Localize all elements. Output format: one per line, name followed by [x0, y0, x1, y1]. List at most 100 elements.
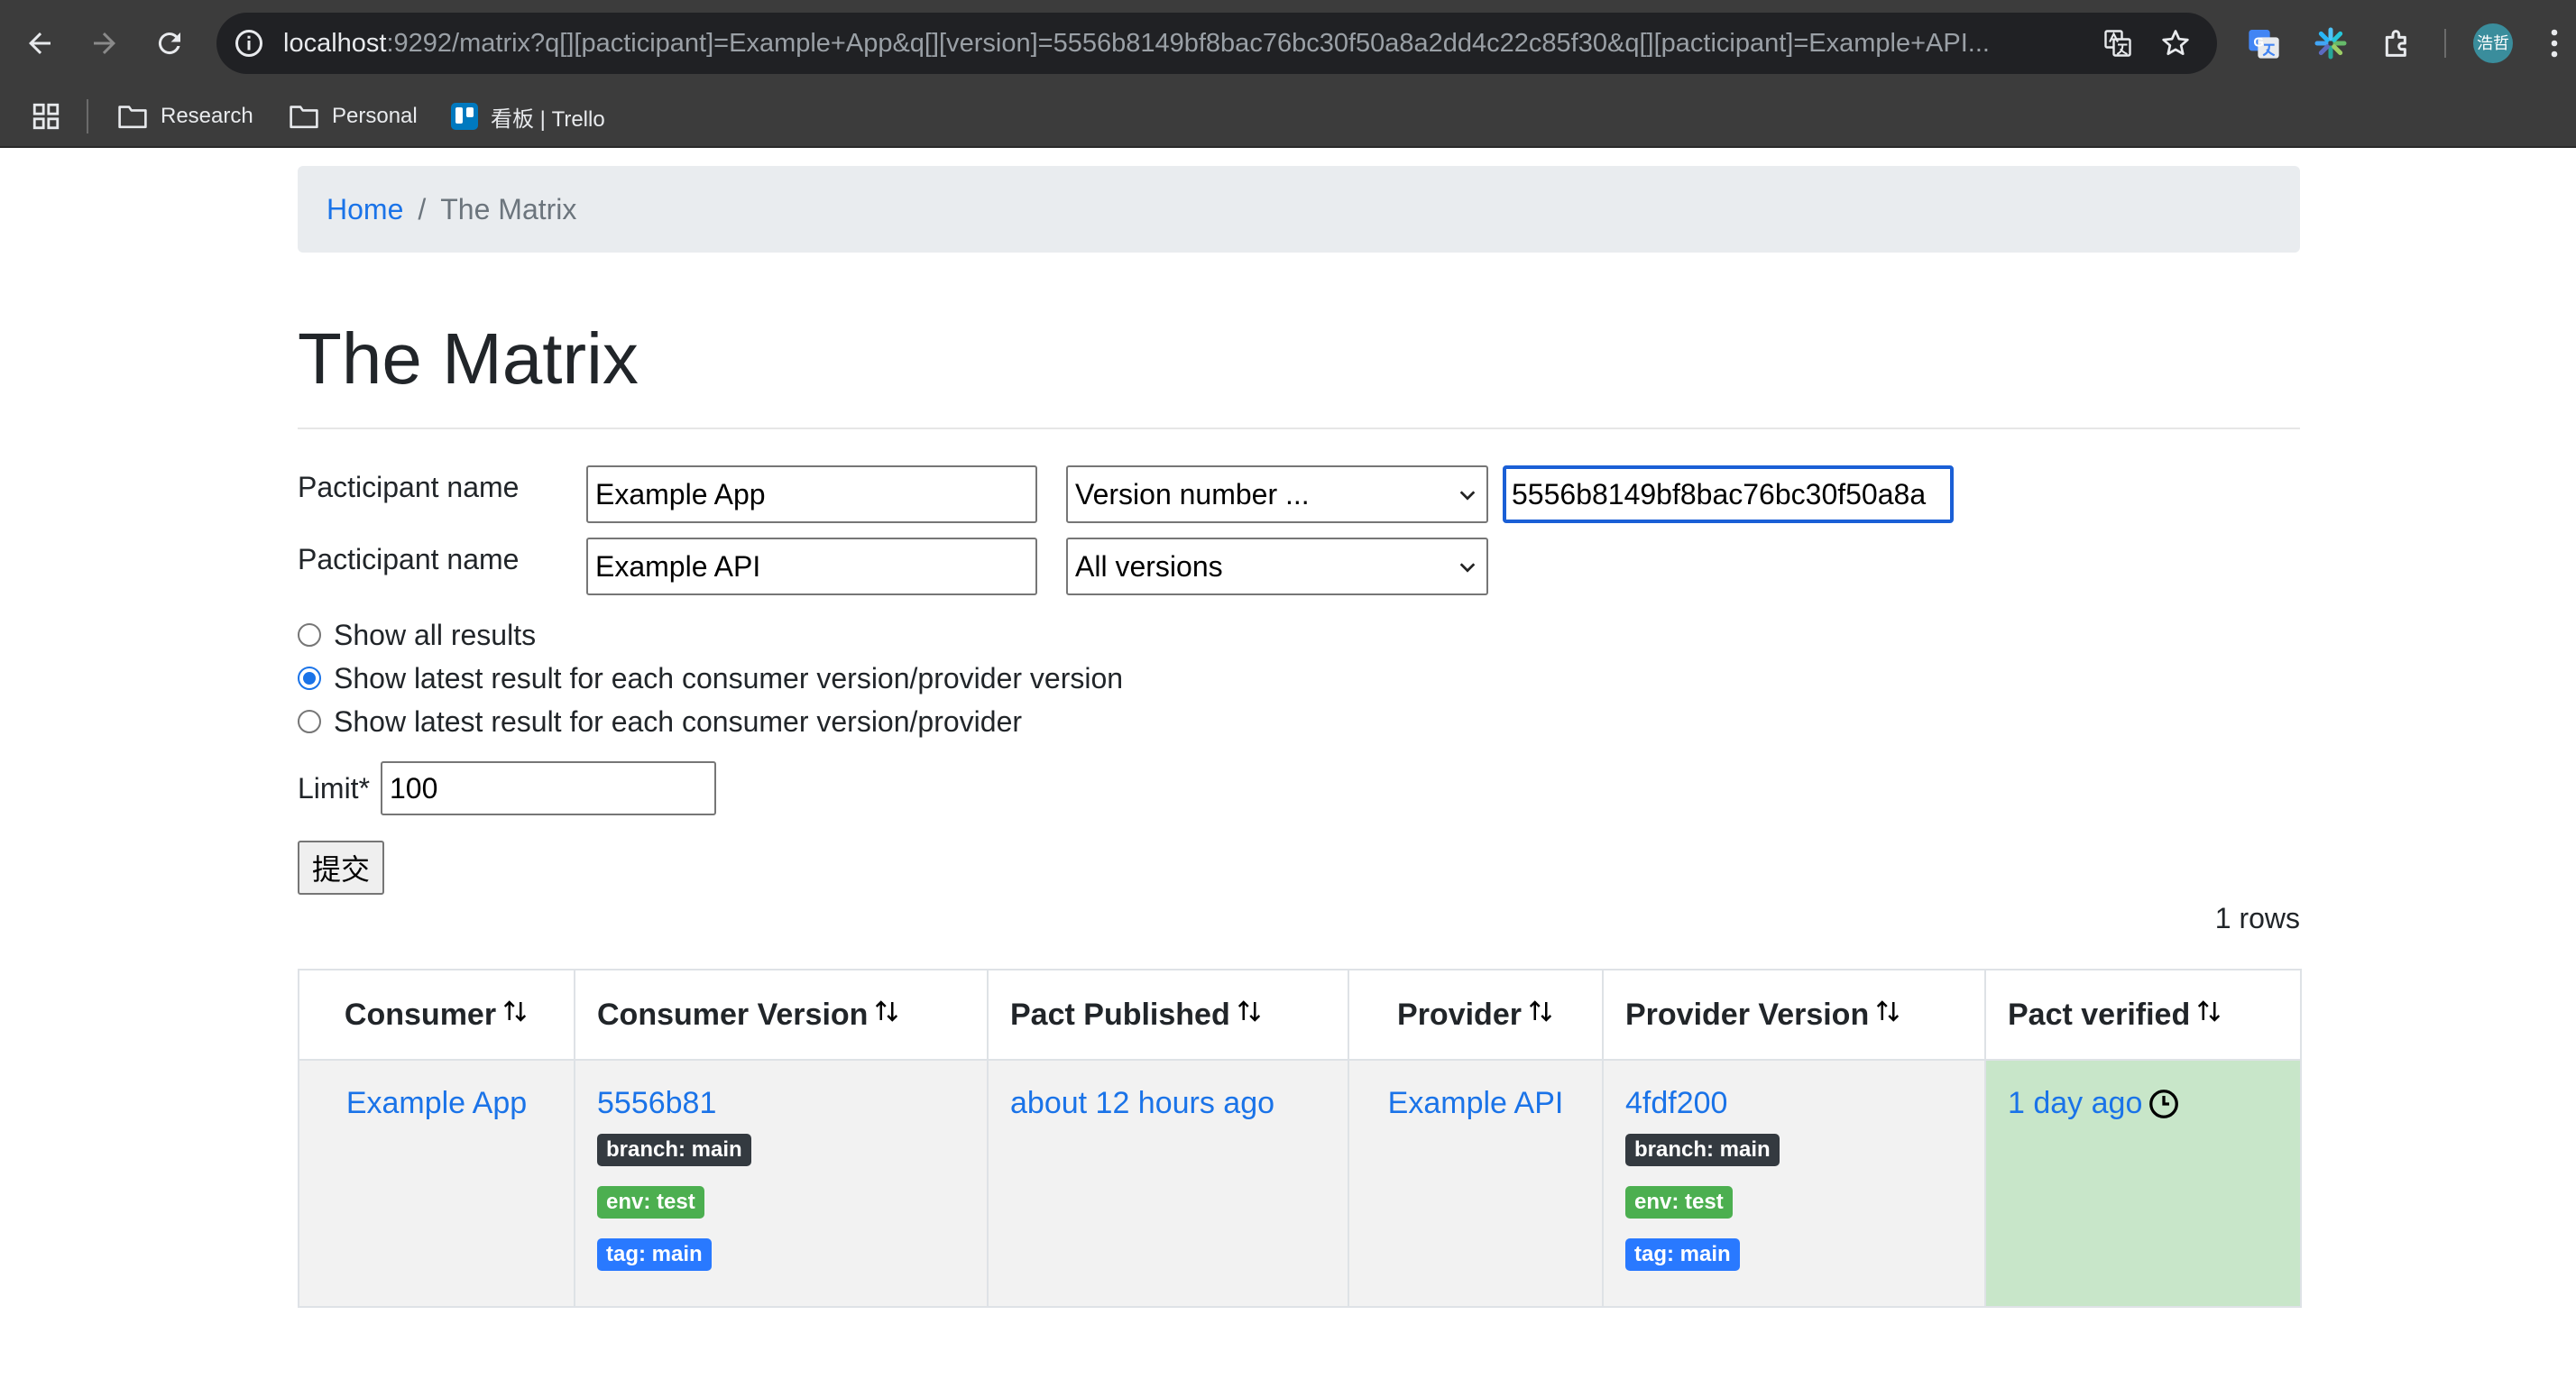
pacticipant-name-label-1: Pacticipant name [298, 471, 520, 503]
sort-icon[interactable] [501, 998, 529, 1025]
breadcrumb-home-link[interactable]: Home [327, 193, 403, 226]
radio-button-checked[interactable] [298, 667, 321, 690]
limit-label: Limit* [298, 772, 371, 805]
browser-toolbar: localhost:9292/matrix?q[][pacticipant]=E… [0, 0, 2576, 87]
menu-dots-icon[interactable] [2549, 27, 2560, 60]
url-text[interactable]: localhost:9292/matrix?q[][pacticipant]=E… [283, 13, 2087, 74]
header-consumer-version[interactable]: Consumer Version [574, 969, 989, 1061]
bookmark-personal[interactable]: Personal [289, 97, 418, 135]
radio-label: Show latest result for each consumer ver… [334, 661, 1124, 694]
version-select-2-value: All versions [1075, 550, 1223, 583]
sort-icon[interactable] [1874, 998, 1901, 1025]
radio-button[interactable] [298, 710, 321, 733]
consumer-badges: branch: main env: test tag: main [597, 1134, 965, 1291]
version-select-2[interactable]: All versions [1066, 538, 1488, 595]
apps-grid-icon[interactable] [31, 101, 61, 132]
header-provider-version[interactable]: Provider Version [1602, 969, 1986, 1061]
spark-extension-icon[interactable] [2313, 25, 2349, 61]
header-label: Pact verified [2008, 997, 2191, 1032]
rows-count: 1 rows [2214, 902, 2300, 934]
trello-icon [451, 103, 478, 130]
version-select-1-value: Version number ... [1075, 478, 1310, 511]
header-label: Consumer Version [597, 997, 869, 1032]
table-header-row: Consumer Consumer Version Pact Published… [298, 969, 2302, 1061]
title-divider [298, 428, 2300, 429]
reload-button[interactable] [150, 23, 189, 63]
sort-icon[interactable] [1527, 998, 1554, 1025]
matrix-table: Consumer Consumer Version Pact Published… [298, 969, 2302, 1308]
page-title: The Matrix [298, 318, 639, 399]
cell-pact-verified: 1 day ago [1984, 1059, 2302, 1308]
toolbar-divider [2444, 29, 2446, 58]
radio-latest-per-consumer-version-provider[interactable]: Show latest result for each consumer ver… [298, 704, 1022, 740]
back-button[interactable] [20, 23, 60, 63]
bookmark-label: 看板 | Trello [491, 106, 605, 132]
cell-consumer-version: 5556b81 branch: main env: test tag: main [574, 1059, 989, 1308]
translate-icon[interactable] [2102, 27, 2134, 60]
provider-link[interactable]: Example API [1388, 1086, 1564, 1121]
url-host: localhost [283, 29, 387, 58]
table-row: Example App 5556b81 branch: main env: te… [298, 1059, 2302, 1308]
info-icon[interactable] [233, 27, 265, 60]
radio-button[interactable] [298, 623, 321, 647]
clock-icon [2149, 1090, 2179, 1118]
cell-provider: Example API [1348, 1059, 1604, 1308]
profile-avatar[interactable]: 浩哲 [2473, 23, 2513, 63]
cell-consumer: Example App [298, 1059, 575, 1308]
svg-text:G: G [2253, 34, 2264, 50]
submit-button[interactable]: 提交 [298, 841, 384, 895]
chevron-down-icon [1459, 563, 1476, 573]
version-select-1[interactable]: Version number ... [1066, 465, 1488, 523]
folder-icon [290, 106, 318, 129]
radio-label: Show all results [334, 618, 537, 651]
pacticipant-name-input-1[interactable]: Example App [586, 465, 1037, 523]
radio-label: Show latest result for each consumer ver… [334, 704, 1023, 738]
star-icon[interactable] [2159, 27, 2192, 60]
header-label: Provider [1397, 997, 1522, 1032]
header-pact-verified[interactable]: Pact verified [1984, 969, 2302, 1061]
forward-icon [94, 32, 115, 54]
version-number-input[interactable]: 5556b8149bf8bac76bc30f50a8a [1503, 465, 1954, 523]
pacticipant-name-label-2: Pacticipant name [298, 543, 520, 575]
cell-pact-published: about 12 hours ago [987, 1059, 1349, 1308]
bookmarks-divider [87, 99, 88, 133]
cell-provider-version: 4fdf200 branch: main env: test tag: main [1602, 1059, 1986, 1308]
env-badge: env: test [1625, 1186, 1733, 1219]
google-translate-icon[interactable]: G [2246, 25, 2282, 61]
breadcrumb: Home / The Matrix [298, 166, 2300, 253]
sort-icon[interactable] [873, 998, 900, 1025]
pact-published-link[interactable]: about 12 hours ago [1010, 1086, 1274, 1121]
consumer-link[interactable]: Example App [346, 1086, 527, 1121]
header-label: Provider Version [1625, 997, 1870, 1032]
folder-icon [118, 106, 147, 129]
header-label: Pact Published [1010, 997, 1230, 1032]
reload-icon [158, 32, 180, 55]
pact-verified-link[interactable]: 1 day ago [2008, 1086, 2142, 1121]
chevron-down-icon [1459, 491, 1476, 501]
radio-latest-per-version-pair[interactable]: Show latest result for each consumer ver… [298, 660, 1123, 696]
bookmark-trello[interactable]: 看板 | Trello [451, 97, 605, 135]
sort-icon[interactable] [1236, 998, 1263, 1025]
bookmark-label: Personal [332, 104, 418, 128]
bookmark-research[interactable]: Research [117, 97, 253, 135]
breadcrumb-separator: / [418, 192, 427, 225]
sort-icon[interactable] [2195, 998, 2222, 1025]
header-provider[interactable]: Provider [1348, 969, 1604, 1061]
forward-button[interactable] [85, 23, 124, 63]
header-consumer[interactable]: Consumer [298, 969, 575, 1061]
limit-input[interactable]: 100 [381, 761, 716, 815]
tag-badge: tag: main [1625, 1238, 1740, 1271]
url-path: :9292/matrix?q[][pacticipant]=Example+Ap… [386, 29, 1990, 58]
header-label: Consumer [344, 997, 497, 1032]
address-bar[interactable]: localhost:9292/matrix?q[][pacticipant]=E… [216, 13, 2217, 74]
env-badge: env: test [597, 1186, 704, 1219]
back-icon [29, 32, 51, 54]
provider-version-link[interactable]: 4fdf200 [1625, 1086, 1727, 1121]
radio-show-all[interactable]: Show all results [298, 617, 536, 653]
pacticipant-name-input-2[interactable]: Example API [586, 538, 1037, 595]
consumer-version-link[interactable]: 5556b81 [597, 1086, 716, 1121]
provider-badges: branch: main env: test tag: main [1625, 1134, 1963, 1291]
extensions-puzzle-icon[interactable] [2379, 25, 2415, 61]
header-pact-published[interactable]: Pact Published [987, 969, 1349, 1061]
branch-badge: branch: main [1625, 1134, 1780, 1166]
